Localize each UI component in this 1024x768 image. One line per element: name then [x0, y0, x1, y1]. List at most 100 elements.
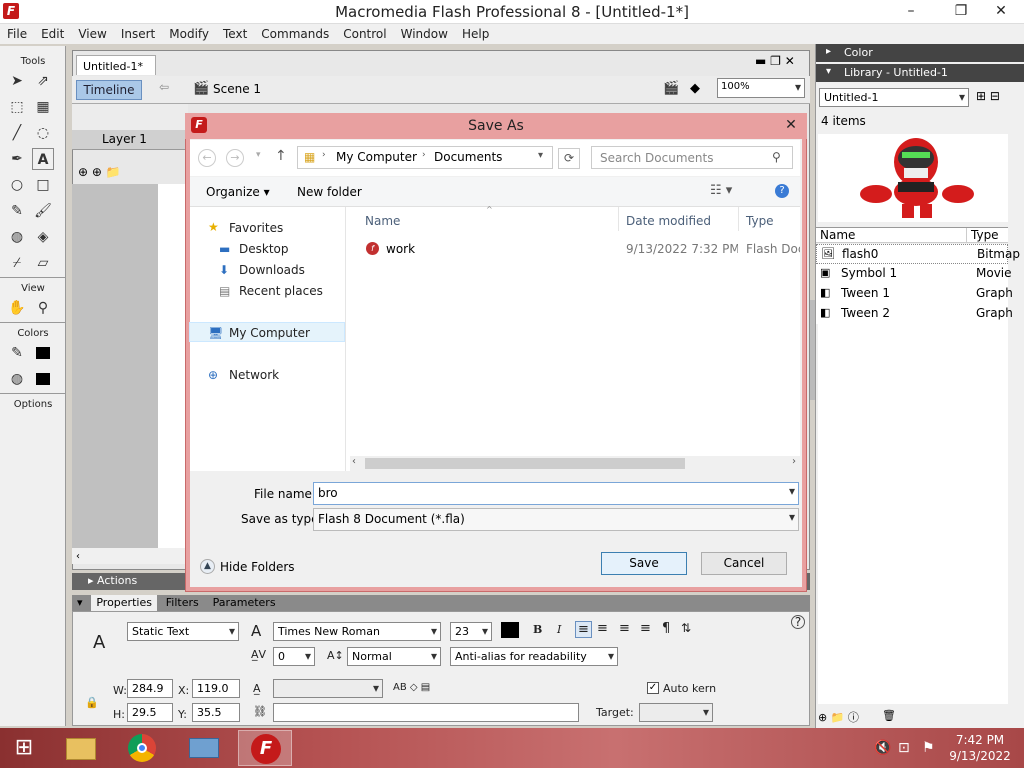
nav-network[interactable]: Network	[229, 368, 279, 382]
zoom-tool-icon[interactable]: ⚲	[32, 297, 54, 319]
column-name[interactable]: Name	[365, 214, 400, 228]
stage-horizontal-scrollbar[interactable]: ‹	[72, 548, 188, 564]
library-panel-header[interactable]: Library - Untitled-1	[816, 64, 1024, 82]
align-left-icon[interactable]: ≡	[575, 621, 592, 638]
nav-desktop[interactable]: Desktop	[239, 242, 289, 256]
italic-button[interactable]: I	[557, 623, 561, 636]
timeline-button[interactable]: Timeline	[76, 80, 142, 100]
file-row[interactable]: f work 9/13/2022 7:32 PM Flash Docu	[346, 239, 800, 259]
menu-commands[interactable]: Commands	[254, 25, 336, 43]
text-type-select[interactable]: Static Text	[127, 622, 239, 641]
tab-parameters[interactable]: Parameters	[208, 596, 281, 609]
width-input[interactable]: 284.9	[127, 679, 173, 698]
file-explorer-taskbar-button[interactable]	[54, 730, 108, 766]
font-size-input[interactable]: 23	[450, 622, 492, 641]
flash-taskbar-button[interactable]: F	[238, 730, 292, 766]
nav-recent-places[interactable]: Recent places	[239, 284, 323, 298]
nav-downloads[interactable]: Downloads	[239, 263, 305, 277]
hide-folders-icon[interactable]: ▲	[200, 559, 215, 574]
arrow-tool-icon[interactable]: ➤	[6, 70, 28, 92]
hand-tool-icon[interactable]: ✋	[6, 297, 28, 319]
cancel-button[interactable]: Cancel	[701, 552, 787, 575]
delete-icon[interactable]: 🗑	[882, 709, 896, 722]
action-center-icon[interactable]: ⚑	[922, 740, 935, 756]
library-item[interactable]: ▣ Symbol 1 Movie	[816, 264, 1012, 284]
close-button[interactable]: ✕	[978, 0, 1024, 22]
align-center-icon[interactable]: ≡	[597, 621, 608, 636]
pen-tool-icon[interactable]: ✒	[6, 148, 28, 170]
back-arrow-icon[interactable]: ⇦	[152, 80, 176, 100]
menu-modify[interactable]: Modify	[162, 25, 216, 43]
layer-row[interactable]: Layer 1	[72, 130, 188, 150]
eraser-tool-icon[interactable]: ▱	[32, 252, 54, 274]
collapse-arrow-icon[interactable]: ▾	[72, 596, 88, 609]
selectable-icon[interactable]: A̲	[253, 682, 261, 695]
edit-scene-icon[interactable]: 🎬	[663, 81, 679, 96]
color-panel-header[interactable]: Color	[816, 44, 1024, 62]
text-tool-icon[interactable]: A	[32, 148, 54, 170]
stroke-color-swatch[interactable]	[32, 342, 54, 364]
menu-view[interactable]: View	[71, 25, 113, 43]
ink-bottle-tool-icon[interactable]: ◍	[6, 226, 28, 248]
nav-favorites[interactable]: Favorites	[229, 221, 283, 235]
search-input[interactable]: Search Documents	[591, 146, 793, 169]
save-button[interactable]: Save	[601, 552, 687, 575]
letter-spacing-input[interactable]: 0	[273, 647, 315, 666]
auto-kern-checkbox[interactable]: ✓	[647, 682, 659, 694]
network-tray-icon[interactable]: ⊡	[898, 740, 910, 756]
address-dropdown-icon[interactable]: ▾	[538, 150, 543, 161]
font-select[interactable]: Times New Roman	[273, 622, 441, 641]
lock-icon[interactable]: 🔒	[85, 696, 99, 709]
line-tool-icon[interactable]: ╱	[6, 122, 28, 144]
library-item[interactable]: 🖼 flash0 Bitmap	[816, 244, 1020, 264]
filetype-select[interactable]: Flash 8 Document (*.fla)	[313, 508, 799, 531]
breadcrumb-chevron-icon[interactable]: ›	[322, 150, 326, 160]
up-icon[interactable]: ↑	[275, 148, 287, 164]
paint-bucket-tool-icon[interactable]: ◈	[32, 226, 54, 248]
volume-muted-icon[interactable]: 🔇	[874, 740, 891, 756]
new-folder-button[interactable]: New folder	[297, 185, 362, 199]
chrome-taskbar-button[interactable]	[116, 730, 170, 766]
antialias-select[interactable]: Anti-alias for readability	[450, 647, 618, 666]
back-icon[interactable]: ←	[198, 149, 216, 167]
rectangle-tool-icon[interactable]: □	[32, 174, 54, 196]
oval-tool-icon[interactable]: ○	[6, 174, 28, 196]
pencil-tool-icon[interactable]: ✎	[6, 200, 28, 222]
free-transform-tool-icon[interactable]: ⬚	[6, 96, 28, 118]
hide-folders-button[interactable]: Hide Folders	[220, 560, 295, 574]
refresh-icon[interactable]: ⟳	[558, 148, 580, 169]
doc-window-controls[interactable]: ▬ ❐ ✕	[755, 54, 795, 68]
menu-file[interactable]: File	[0, 25, 34, 43]
recent-locations-icon[interactable]: ▾	[256, 150, 261, 160]
organize-button[interactable]: Organize ▾	[206, 185, 270, 199]
library-col-name[interactable]: Name	[820, 228, 855, 242]
view-options-icon[interactable]: ☷ ▾	[710, 183, 732, 198]
help-icon[interactable]: ?	[791, 615, 805, 629]
help-icon[interactable]: ?	[775, 184, 789, 198]
stage[interactable]	[158, 184, 188, 548]
x-input[interactable]: 119.0	[192, 679, 240, 698]
breadcrumb-my-computer[interactable]: My Computer	[336, 150, 417, 164]
target-select[interactable]	[639, 703, 713, 722]
position-select[interactable]: Normal	[347, 647, 441, 666]
nav-my-computer[interactable]: My Computer	[229, 326, 310, 340]
edit-symbols-icon[interactable]: ◆	[690, 81, 700, 96]
text-color-swatch[interactable]	[501, 622, 519, 638]
paragraph-icon[interactable]: ¶	[662, 621, 670, 636]
tab-filters[interactable]: Filters	[161, 596, 204, 609]
url-link-input[interactable]	[273, 703, 579, 722]
scrollbar-thumb[interactable]	[365, 458, 685, 469]
html-render-icon[interactable]: AB ◇ ▤	[393, 682, 430, 693]
scroll-right-icon[interactable]: ›	[792, 456, 796, 467]
y-input[interactable]: 35.5	[192, 703, 240, 722]
document-tab[interactable]: Untitled-1*	[76, 55, 156, 75]
gradient-transform-tool-icon[interactable]: ▦	[32, 96, 54, 118]
library-bottom-buttons[interactable]: ⊕ 📁 ⓘ	[818, 709, 859, 725]
justify-icon[interactable]: ≡	[640, 621, 651, 636]
system-clock[interactable]: 7:42 PM 9/13/2022	[940, 732, 1020, 764]
breadcrumb-documents[interactable]: Documents	[434, 150, 502, 164]
filename-input[interactable]: bro	[313, 482, 799, 505]
bold-button[interactable]: B	[533, 623, 542, 636]
tab-properties[interactable]: Properties	[91, 595, 157, 611]
start-button[interactable]: ⊞	[8, 735, 40, 761]
